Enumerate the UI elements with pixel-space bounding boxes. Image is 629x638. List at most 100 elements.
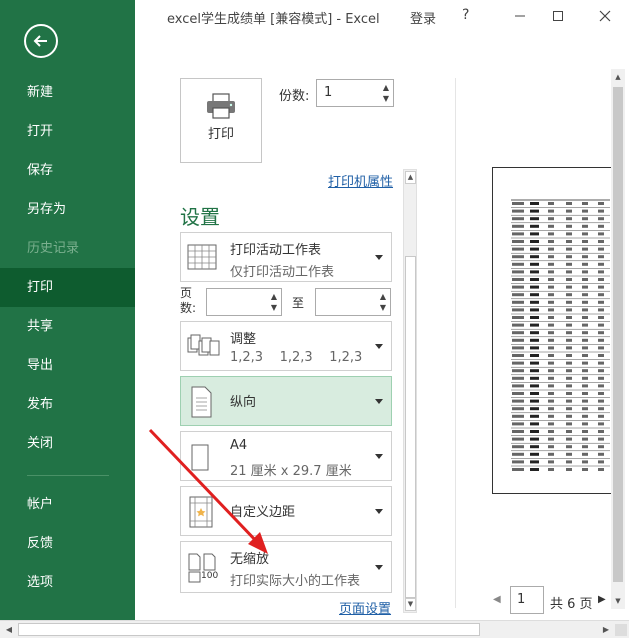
pages-from-input[interactable]: ▲ ▼ (206, 288, 282, 316)
pages-to-input[interactable]: ▲ ▼ (315, 288, 391, 316)
preview-cell-text (530, 422, 539, 426)
sidebar-item-open[interactable]: 打开 (0, 112, 135, 151)
margins-icon (189, 496, 213, 528)
scroll-left-icon[interactable]: ◀ (2, 623, 16, 636)
back-arrow-icon[interactable] (24, 24, 58, 58)
sidebar-item-print[interactable]: 打印 (0, 268, 135, 307)
print-what-dropdown[interactable]: 打印活动工作表 仅打印活动工作表 (180, 232, 392, 282)
preview-cell-text (530, 384, 539, 388)
scrollbar-thumb[interactable] (405, 256, 416, 598)
spin-down-icon[interactable]: ▼ (381, 94, 391, 104)
printer-properties-link[interactable]: 打印机属性 (328, 171, 393, 190)
scroll-up-icon[interactable]: ▲ (613, 71, 623, 83)
preview-cell-text (582, 232, 588, 236)
preview-cell-text (548, 262, 554, 266)
scroll-up-icon[interactable]: ▲ (405, 171, 416, 184)
spin-down-icon[interactable]: ▼ (378, 303, 388, 313)
chevron-down-icon (375, 509, 383, 514)
preview-cell-text (582, 331, 588, 335)
preview-cell-text (512, 270, 524, 274)
preview-cell-text (598, 384, 604, 388)
preview-cell-text (598, 399, 604, 403)
preview-cell-text (566, 422, 572, 426)
margins-dropdown[interactable]: 自定义边距 (180, 486, 392, 536)
help-button[interactable]: ? (462, 7, 469, 23)
copies-input[interactable]: 1 ▲ ▼ (316, 79, 394, 107)
sidebar-item-share[interactable]: 共享 (0, 307, 135, 346)
sidebar-item-save[interactable]: 保存 (0, 151, 135, 190)
scrollbar-thumb[interactable] (18, 623, 480, 636)
pages-to-label: 至 (292, 296, 305, 310)
print-button[interactable]: 打印 (180, 78, 262, 163)
page-setup-link[interactable]: 页面设置 (339, 598, 391, 617)
sidebar-item-new[interactable]: 新建 (0, 73, 135, 112)
spin-down-icon[interactable]: ▼ (269, 303, 279, 313)
horizontal-scrollbar[interactable]: ◀ ▶ (0, 620, 629, 638)
copies-value: 1 (324, 85, 333, 100)
login-link[interactable]: 登录 (410, 8, 436, 27)
next-page-icon[interactable]: ▶ (598, 594, 606, 605)
preview-cell-text (530, 392, 539, 395)
scrollbar-thumb[interactable] (613, 87, 623, 582)
preview-cell-text (548, 293, 554, 297)
title-bar: excel学生成绩单 [兼容模式] - Excel 登录 ? (135, 0, 629, 32)
sidebar-item-save-as[interactable]: 另存为 (0, 190, 135, 229)
preview-cell-text (582, 407, 588, 411)
preview-cell-text (548, 338, 554, 342)
window-title: excel学生成绩单 [兼容模式] - Excel (167, 12, 380, 27)
preview-cell-text (566, 361, 572, 365)
scaling-dropdown[interactable]: 100 无缩放 打印实际大小的工作表 (180, 541, 392, 593)
orientation-dropdown[interactable]: 纵向 (180, 376, 392, 426)
preview-cell-text (598, 300, 604, 304)
preview-cell-text (548, 468, 554, 471)
preview-cell-text (598, 262, 604, 266)
preview-cell-text (582, 338, 588, 342)
scroll-down-icon[interactable]: ▼ (613, 595, 623, 607)
maximize-icon[interactable] (544, 4, 572, 28)
preview-cell-text (598, 354, 604, 357)
preview-cell-text (582, 247, 588, 251)
preview-cell-text (598, 414, 604, 418)
sidebar-item-close[interactable]: 关闭 (0, 424, 135, 463)
scaling-main: 无缩放 (230, 552, 270, 567)
preview-cell-text (512, 392, 524, 395)
preview-cell-text (598, 376, 604, 380)
sidebar-item-options[interactable]: 选项 (0, 563, 135, 602)
previous-page-icon[interactable]: ◀ (493, 594, 501, 605)
settings-scrollbar[interactable]: ▲ ▼ (403, 169, 417, 613)
preview-cell-text (548, 240, 554, 243)
scroll-right-icon[interactable]: ▶ (599, 623, 613, 636)
preview-cell-text (512, 354, 524, 357)
minimize-icon[interactable] (506, 4, 534, 28)
spin-up-icon[interactable]: ▲ (381, 83, 391, 93)
preview-cell-text (566, 308, 572, 312)
paper-size-dropdown[interactable]: A4 21 厘米 x 29.7 厘米 (180, 431, 392, 481)
scroll-down-icon[interactable]: ▼ (405, 598, 416, 611)
preview-cell-text (530, 232, 539, 236)
sidebar-item-feedback[interactable]: 反馈 (0, 524, 135, 563)
pages-label: 页数: (180, 286, 197, 315)
sidebar-item-publish[interactable]: 发布 (0, 385, 135, 424)
preview-cell-text (566, 376, 572, 380)
sidebar-item-account[interactable]: 帐户 (0, 485, 135, 524)
sidebar-item-export[interactable]: 导出 (0, 346, 135, 385)
preview-cell-text (512, 376, 524, 380)
chevron-down-icon (375, 344, 383, 349)
chevron-down-icon (375, 255, 383, 260)
preview-cell-text (598, 468, 604, 471)
spin-up-icon[interactable]: ▲ (378, 292, 388, 302)
resize-grip-icon[interactable] (615, 624, 627, 636)
preview-cell-text (530, 369, 539, 373)
preview-cell-text (566, 323, 572, 327)
preview-cell-text (566, 399, 572, 403)
preview-cell-text (512, 224, 524, 228)
preview-cell-text (566, 300, 572, 304)
preview-cell-text (566, 209, 572, 213)
current-page-input[interactable]: 1 (510, 586, 544, 614)
close-icon[interactable] (591, 4, 619, 28)
preview-cell-text (582, 285, 588, 289)
spin-up-icon[interactable]: ▲ (269, 292, 279, 302)
collate-dropdown[interactable]: 调整 1,2,3 1,2,3 1,2,3 (180, 321, 392, 371)
preview-scrollbar[interactable]: ▲ ▼ (611, 69, 625, 609)
preview-cell-text (530, 452, 539, 456)
